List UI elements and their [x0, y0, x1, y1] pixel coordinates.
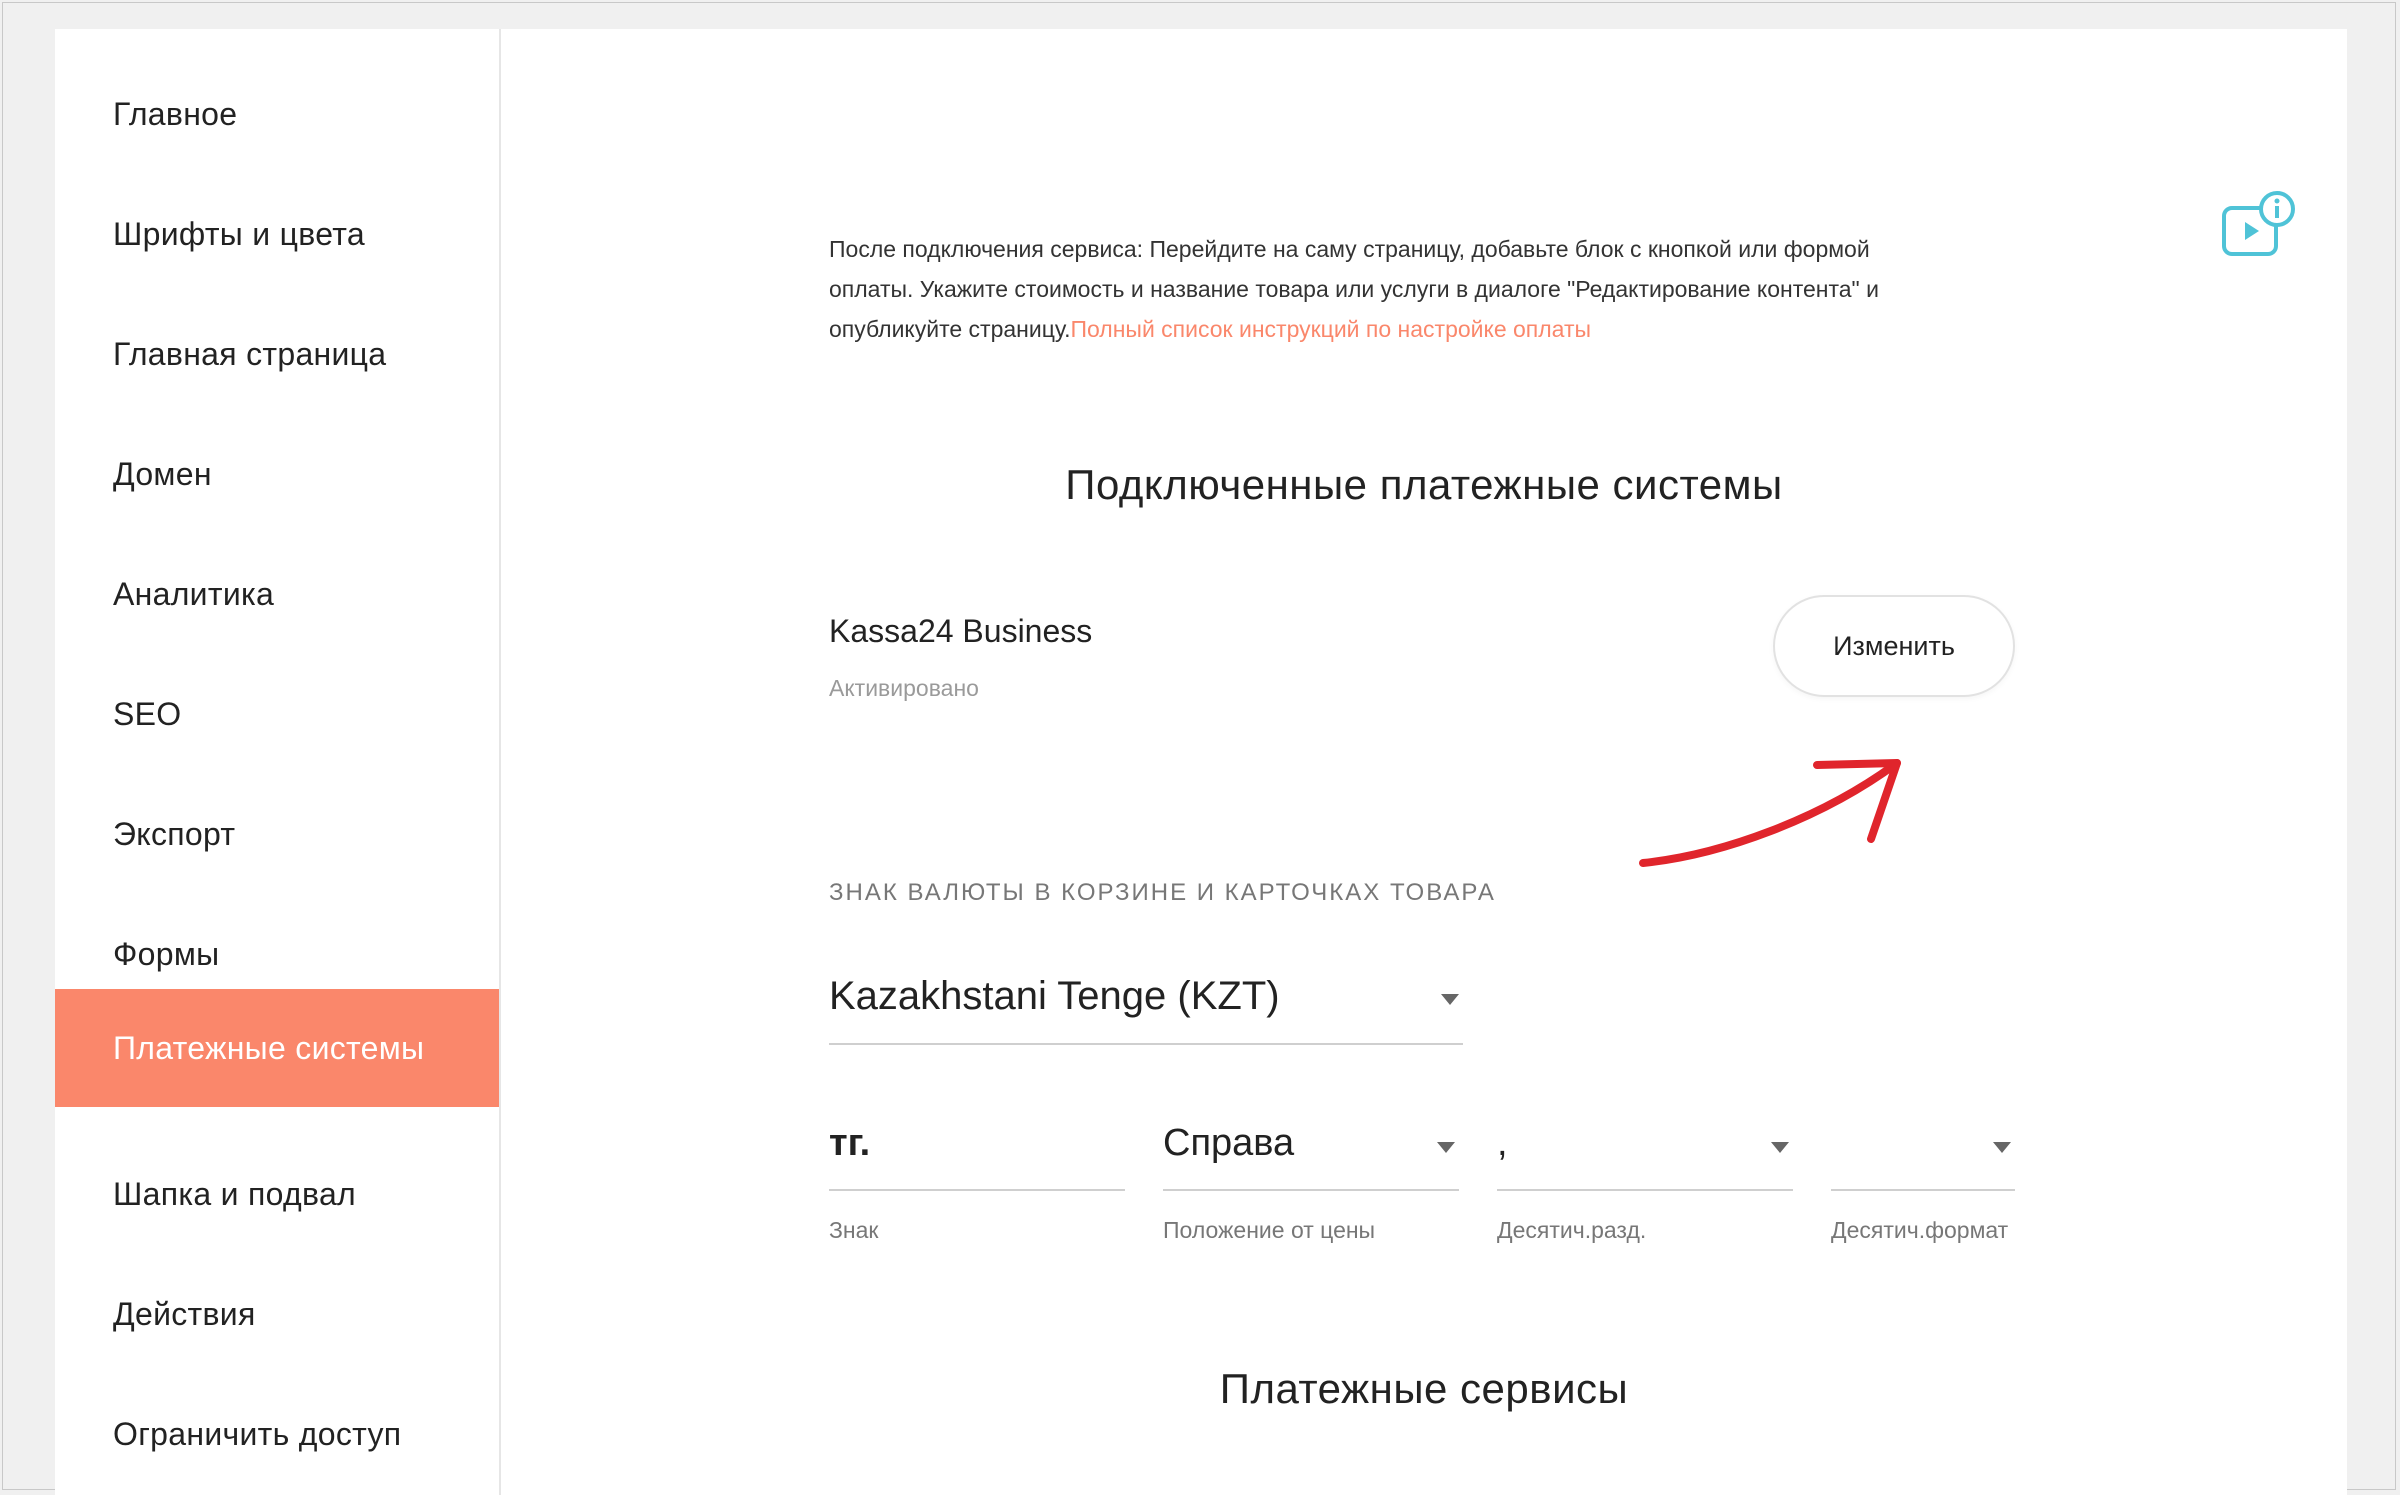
sidebar-item-header-footer[interactable]: Шапка и подвал [55, 1135, 499, 1253]
intro-instructions: После подключения сервиса: Перейдите на … [829, 229, 1949, 349]
app-window: Главное Шрифты и цвета Главная страница … [2, 2, 2396, 1495]
sidebar-item-export[interactable]: Экспорт [55, 775, 499, 893]
decimal-separator-select[interactable]: , [1497, 1095, 1793, 1191]
payment-services-title: Платежные сервисы [1219, 1365, 1629, 1412]
decimal-format-select[interactable] [1831, 1095, 2015, 1191]
sidebar-item-fonts-colors[interactable]: Шрифты и цвета [55, 175, 499, 293]
price-position-select[interactable]: Справа [1163, 1095, 1459, 1191]
sidebar-item-domain[interactable]: Домен [55, 415, 499, 533]
price-position-label: Положение от цены [1163, 1217, 1376, 1243]
decimal-format-label: Десятич.формат [1831, 1217, 2009, 1243]
sidebar-item-payment-systems[interactable]: Платежные системы [55, 989, 499, 1107]
payment-system-status: Активировано [829, 675, 979, 701]
sidebar-item-analytics[interactable]: Аналитика [55, 535, 499, 653]
currency-select-value: Kazakhstani Tenge (KZT) [829, 974, 1280, 1018]
arrow-annotation-icon [1639, 759, 1901, 867]
currency-sign-input[interactable]: тг. [829, 1095, 1125, 1191]
settings-content: После подключения сервиса: Перейдите на … [501, 29, 2347, 1495]
decimal-separator-value: , [1497, 1122, 1508, 1164]
chevron-down-icon [1437, 1142, 1455, 1153]
video-info-icon [2222, 191, 2295, 256]
chevron-down-icon [1441, 994, 1459, 1005]
currency-select[interactable]: Kazakhstani Tenge (KZT) [829, 947, 1463, 1045]
price-position-value: Справа [1163, 1122, 1295, 1164]
connected-systems-title: Подключенные платежные системы [1065, 461, 1783, 508]
sidebar-item-main[interactable]: Главное [55, 55, 499, 173]
video-help-button[interactable] [2221, 189, 2301, 269]
currency-sign-label: Знак [829, 1217, 879, 1243]
sidebar-item-actions[interactable]: Действия [55, 1255, 499, 1373]
edit-payment-button[interactable]: Изменить [1773, 595, 2015, 697]
settings-sidebar: Главное Шрифты и цвета Главная страница … [55, 29, 501, 1495]
decimal-separator-label: Десятич.разд. [1497, 1217, 1647, 1243]
sidebar-item-restrict-access[interactable]: Ограничить доступ [55, 1375, 499, 1493]
instructions-link[interactable]: Полный список инструкций по настройке оп… [1070, 316, 1591, 342]
chevron-down-icon [1771, 1142, 1789, 1153]
sidebar-item-seo[interactable]: SEO [55, 655, 499, 773]
sidebar-item-home-page[interactable]: Главная страница [55, 295, 499, 413]
currency-section-label: ЗНАК ВАЛЮТЫ В КОРЗИНЕ И КАРТОЧКАХ ТОВАРА [829, 879, 1496, 906]
currency-sign-value: тг. [829, 1122, 871, 1164]
payment-system-name: Kassa24 Business [829, 613, 1093, 649]
chevron-down-icon [1993, 1142, 2011, 1153]
